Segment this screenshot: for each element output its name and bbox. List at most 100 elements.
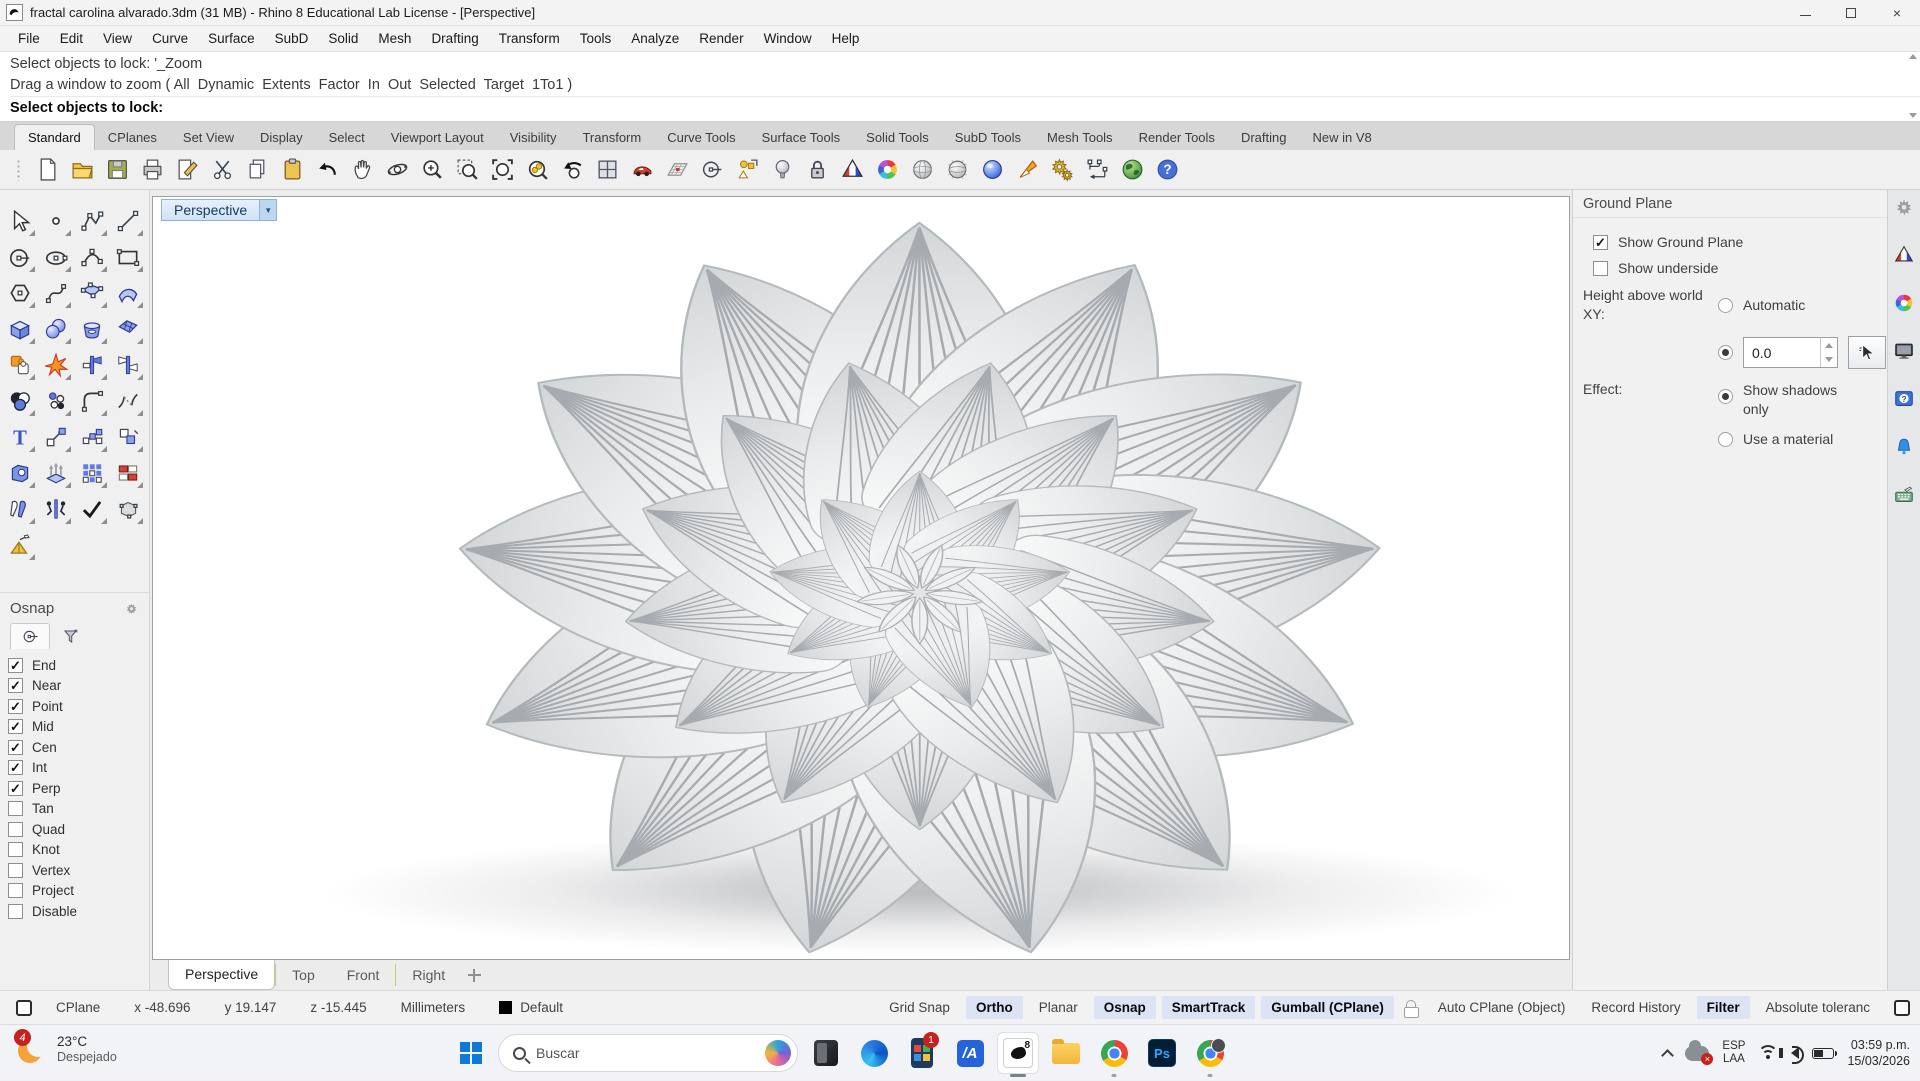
bing-icon[interactable] <box>765 1040 791 1066</box>
show-ground-plane-row[interactable]: Show Ground Plane <box>1593 234 1877 250</box>
move-icon[interactable] <box>697 155 727 185</box>
osnap-row[interactable]: Perp <box>8 778 141 799</box>
notifications-icon[interactable] <box>1893 436 1915 463</box>
annotate-icon[interactable] <box>172 155 202 185</box>
new-file-icon[interactable] <box>32 155 62 185</box>
osnap-checkbox[interactable] <box>8 760 23 775</box>
zoom-selected-icon[interactable] <box>522 155 552 185</box>
menu-item[interactable]: Edit <box>50 28 93 49</box>
mesh-icon[interactable] <box>111 312 145 346</box>
status-swatch-icon[interactable] <box>16 1000 32 1016</box>
automatic-radio-row[interactable]: Automatic <box>1718 286 1886 324</box>
use-material-radio[interactable] <box>1718 432 1733 447</box>
print-icon[interactable] <box>137 155 167 185</box>
status-toggle[interactable]: Record History <box>1581 996 1690 1019</box>
cage-edit-icon[interactable] <box>111 492 145 526</box>
blend-icon[interactable] <box>111 384 145 418</box>
box-icon[interactable] <box>3 312 37 346</box>
paste-icon[interactable] <box>277 155 307 185</box>
dimension-icon[interactable] <box>1082 155 1112 185</box>
osnap-checkbox[interactable] <box>8 863 23 878</box>
osnap-tab-snaps[interactable] <box>10 623 50 649</box>
cut-icon[interactable] <box>207 155 237 185</box>
automatic-radio[interactable] <box>1718 298 1733 313</box>
volume-icon[interactable] <box>1791 1047 1799 1059</box>
zoom-extents-icon[interactable] <box>487 155 517 185</box>
photoshop-icon[interactable]: Ps <box>1142 1033 1182 1073</box>
search-box[interactable]: Buscar <box>498 1034 798 1072</box>
select-icon[interactable] <box>3 204 37 238</box>
osnap-row[interactable]: Project <box>8 881 141 902</box>
cplane-icon[interactable] <box>662 155 692 185</box>
toolbar-tab[interactable]: Render Tools <box>1126 125 1228 150</box>
point-icon[interactable] <box>39 204 73 238</box>
solid-tools-icon[interactable] <box>3 456 37 490</box>
options-icon[interactable] <box>1047 155 1077 185</box>
osnap-checkbox[interactable] <box>8 883 23 898</box>
toolbar-tab[interactable]: Surface Tools <box>749 125 854 150</box>
toolbar-tab[interactable]: New in V8 <box>1299 125 1384 150</box>
manual-height-radio[interactable] <box>1718 345 1733 360</box>
osnap-row[interactable]: Knot <box>8 840 141 861</box>
menu-item[interactable]: Drafting <box>421 28 488 49</box>
units-label[interactable]: Millimeters <box>401 1000 466 1015</box>
cplane-selector[interactable]: CPlane <box>56 1000 100 1015</box>
panel-options-gear-icon[interactable] <box>1893 196 1915 223</box>
command-scrollbar[interactable] <box>1907 54 1918 118</box>
menu-item[interactable]: Surface <box>198 28 265 49</box>
selection-filter-icon[interactable] <box>732 155 762 185</box>
osnap-checkbox[interactable] <box>8 842 23 857</box>
menu-item[interactable]: Solid <box>318 28 368 49</box>
save-icon[interactable] <box>102 155 132 185</box>
color-wheel-icon[interactable] <box>872 155 902 185</box>
text-icon[interactable] <box>3 420 37 454</box>
undo-icon[interactable] <box>312 155 342 185</box>
menu-item[interactable]: SubD <box>265 28 319 49</box>
copy-object-icon[interactable] <box>111 420 145 454</box>
keyboard-icon[interactable] <box>1893 484 1915 511</box>
render-icon[interactable] <box>1117 155 1147 185</box>
status-toggle[interactable]: SmartTrack <box>1162 996 1256 1019</box>
toolbar-tab[interactable]: Mesh Tools <box>1034 125 1126 150</box>
osnap-row[interactable]: Int <box>8 758 141 779</box>
osnap-checkbox[interactable] <box>8 801 23 816</box>
circle-icon[interactable] <box>3 240 37 274</box>
cylinder-icon[interactable] <box>75 312 109 346</box>
shadows-only-radio[interactable] <box>1718 389 1733 404</box>
pick-height-button[interactable] <box>1848 336 1886 369</box>
move-object-icon[interactable] <box>39 420 73 454</box>
osnap-row[interactable]: Mid <box>8 717 141 738</box>
viewport-tab-right[interactable]: Right <box>396 960 461 990</box>
tray-expand-icon[interactable] <box>1662 1049 1675 1062</box>
named-view-icon[interactable] <box>627 155 657 185</box>
shaded-viewport-icon[interactable] <box>907 155 937 185</box>
status-toggle[interactable]: Absolute toleranc <box>1756 996 1880 1019</box>
show-underside-row[interactable]: Show underside <box>1593 260 1877 276</box>
toolbar-tab[interactable]: Standard <box>14 124 95 150</box>
osnap-checkbox[interactable] <box>8 904 23 919</box>
osnap-row[interactable]: End <box>8 655 141 676</box>
current-layer[interactable]: Default <box>499 1000 563 1015</box>
toolbar-tab[interactable]: Select <box>316 125 378 150</box>
check-icon[interactable] <box>75 492 109 526</box>
chrome-profile-icon[interactable] <box>1190 1033 1230 1073</box>
sweep-icon[interactable] <box>111 276 145 310</box>
osnap-row[interactable]: Disable <box>8 901 141 922</box>
osnap-row[interactable]: Quad <box>8 819 141 840</box>
toolbar-tab[interactable]: Set View <box>170 125 247 150</box>
osnap-row[interactable]: Near <box>8 676 141 697</box>
phone-link-icon[interactable]: 1 <box>902 1033 942 1073</box>
points-icon[interactable] <box>39 384 73 418</box>
undo-view-icon[interactable] <box>557 155 587 185</box>
material-radio-row[interactable]: Use a material <box>1718 431 1886 447</box>
onedrive-error-icon[interactable]: × <box>1685 1046 1709 1061</box>
chrome-icon[interactable] <box>1094 1033 1134 1073</box>
block-icon[interactable] <box>111 456 145 490</box>
surface-icon[interactable] <box>75 276 109 310</box>
menu-item[interactable]: Render <box>689 28 753 49</box>
menu-item[interactable]: View <box>93 28 142 49</box>
perspective-viewport[interactable]: Perspective ▼ <box>152 196 1570 960</box>
shadows-radio-row[interactable]: Show shadows only <box>1718 381 1886 419</box>
zoom-dynamic-icon[interactable] <box>417 155 447 185</box>
show-ground-plane-checkbox[interactable] <box>1593 235 1608 250</box>
